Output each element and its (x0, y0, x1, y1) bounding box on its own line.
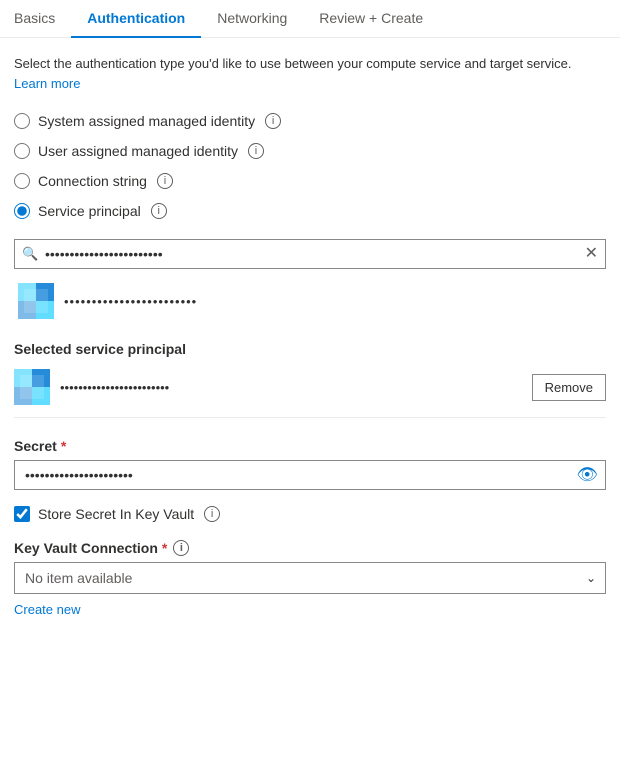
store-secret-label: Store Secret In Key Vault (38, 506, 194, 522)
tab-review-create[interactable]: Review + Create (303, 0, 439, 38)
radio-service-principal-input[interactable] (14, 203, 30, 219)
auth-type-radio-group: System assigned managed identity i User … (14, 113, 606, 219)
search-clear-icon[interactable]: ✕ (585, 246, 598, 262)
radio-connection-string-label: Connection string (38, 173, 147, 189)
search-result-name: •••••••••••••••••••••••• (64, 294, 197, 309)
user-identity-info-icon[interactable]: i (248, 143, 264, 159)
tab-bar: Basics Authentication Networking Review … (0, 0, 620, 38)
radio-connection-string[interactable]: Connection string i (14, 173, 606, 189)
search-result-item[interactable]: •••••••••••••••••••••••• (14, 277, 606, 325)
secret-container: 👁 (14, 460, 606, 490)
secret-input[interactable] (14, 460, 606, 490)
create-new-link[interactable]: Create new (14, 602, 80, 617)
radio-user-identity-input[interactable] (14, 143, 30, 159)
content-area: Select the authentication type you'd lik… (0, 38, 620, 633)
system-identity-info-icon[interactable]: i (265, 113, 281, 129)
radio-system-identity[interactable]: System assigned managed identity i (14, 113, 606, 129)
radio-connection-string-input[interactable] (14, 173, 30, 189)
store-secret-info-icon[interactable]: i (204, 506, 220, 522)
radio-service-principal[interactable]: Service principal i (14, 203, 606, 219)
radio-system-identity-input[interactable] (14, 113, 30, 129)
service-principal-info-icon[interactable]: i (151, 203, 167, 219)
tab-basics[interactable]: Basics (14, 0, 71, 38)
secret-field-group: Secret * 👁 (14, 438, 606, 490)
radio-system-identity-label: System assigned managed identity (38, 113, 255, 129)
radio-service-principal-label: Service principal (38, 203, 141, 219)
search-input[interactable] (14, 239, 606, 269)
learn-more-link[interactable]: Learn more (14, 76, 80, 91)
kv-info-icon[interactable]: i (173, 540, 189, 556)
secret-required-star: * (61, 438, 66, 454)
store-secret-checkbox[interactable] (14, 506, 30, 522)
kv-connection-dropdown[interactable]: No item available (14, 562, 606, 594)
radio-user-identity[interactable]: User assigned managed identity i (14, 143, 606, 159)
kv-dropdown-container: No item available ⌄ (14, 562, 606, 594)
kv-connection-label: Key Vault Connection * i (14, 540, 606, 556)
connection-string-info-icon[interactable]: i (157, 173, 173, 189)
tab-networking[interactable]: Networking (201, 0, 303, 38)
radio-user-identity-label: User assigned managed identity (38, 143, 238, 159)
search-container: 🔍 ✕ (14, 239, 606, 269)
selected-item-row: •••••••••••••••••••••••• Remove (14, 369, 606, 418)
show-secret-icon[interactable]: 👁 (576, 465, 598, 485)
kv-required-star: * (162, 540, 167, 556)
store-secret-checkbox-row: Store Secret In Key Vault i (14, 506, 606, 522)
description-text: Select the authentication type you'd lik… (14, 54, 606, 93)
selected-section-label: Selected service principal (14, 341, 606, 357)
remove-button[interactable]: Remove (532, 374, 606, 401)
service-principal-icon (18, 283, 54, 319)
secret-label: Secret * (14, 438, 606, 454)
tab-authentication[interactable]: Authentication (71, 0, 201, 38)
selected-service-principal-icon (14, 369, 50, 405)
search-icon: 🔍 (22, 246, 38, 262)
selected-item-name: •••••••••••••••••••••••• (60, 380, 522, 395)
